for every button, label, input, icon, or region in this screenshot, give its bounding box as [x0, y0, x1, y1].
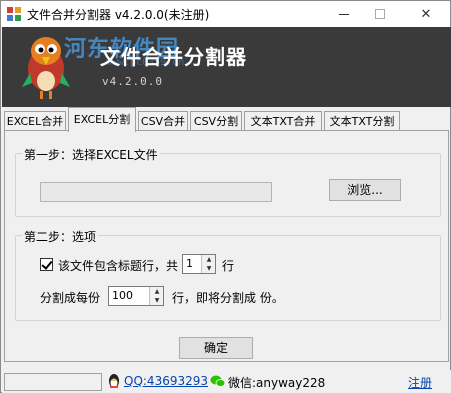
- step2-group: 第二步：选项 该文件包含标题行，共 1 ▲ ▼ 行 分割成每份 100 ▲ ▼ …: [15, 228, 441, 321]
- header-rows-value: 1: [186, 257, 193, 270]
- tab-csv-split[interactable]: CSV分割: [190, 111, 242, 131]
- spin-down-icon[interactable]: ▼: [202, 264, 216, 273]
- maximize-button[interactable]: [363, 1, 397, 27]
- app-window: 文件合并分割器 v4.2.0.0(未注册) ✕ 河东软件园 www.pc0359…: [0, 0, 451, 393]
- register-link[interactable]: 注册: [408, 374, 432, 391]
- title-bar[interactable]: 文件合并分割器 v4.2.0.0(未注册) ✕: [1, 1, 450, 27]
- tab-txt-split[interactable]: 文本TXT分割: [324, 111, 400, 131]
- window-title: 文件合并分割器 v4.2.0.0(未注册): [27, 8, 210, 22]
- header-banner: 河东软件园 www.pc0359.cn 文件合并分割器 v4.2.0.0: [2, 27, 451, 107]
- wechat-contact: 微信:anyway228: [228, 376, 326, 390]
- step1-group: 第一步：选择EXCEL文件 浏览...: [15, 146, 441, 217]
- qq-penguin-icon: [109, 374, 119, 388]
- banner-title: 文件合并分割器: [100, 45, 247, 69]
- maximize-icon: [375, 9, 385, 19]
- minimize-button[interactable]: [327, 1, 361, 27]
- header-rows-stepper[interactable]: 1 ▲ ▼: [182, 254, 216, 274]
- header-row-label: 该文件包含标题行，共: [58, 259, 179, 273]
- split-prefix-label: 分割成每份: [40, 291, 101, 305]
- tab-excel-split[interactable]: EXCEL分割: [68, 107, 136, 132]
- file-path-input[interactable]: [40, 182, 272, 202]
- split-suffix-label: 行，即将分割成 份。: [172, 291, 284, 305]
- step1-legend: 第一步：选择EXCEL文件: [22, 146, 160, 163]
- tab-panel-excel-split: 第一步：选择EXCEL文件 浏览... 第二步：选项 该文件包含标题行，共 1 …: [4, 130, 449, 362]
- wechat-icon: [210, 375, 226, 387]
- split-rows-value: 100: [112, 289, 133, 302]
- banner-version: v4.2.0.0: [102, 75, 163, 88]
- qq-contact-link[interactable]: QQ:43693293: [124, 374, 208, 388]
- browse-button[interactable]: 浏览...: [329, 179, 401, 201]
- tab-strip: EXCEL合并 EXCEL分割 CSV合并 CSV分割 文本TXT合并 文本TX…: [2, 107, 451, 132]
- confirm-button[interactable]: 确定: [179, 337, 253, 359]
- step2-legend: 第二步：选项: [22, 228, 99, 245]
- split-rows-arrows[interactable]: ▲ ▼: [149, 287, 163, 305]
- spin-up-icon[interactable]: ▲: [202, 255, 216, 264]
- header-row-checkbox[interactable]: [40, 258, 53, 271]
- close-icon: ✕: [420, 6, 432, 22]
- app-icon: [7, 7, 21, 21]
- minimize-icon: [339, 13, 349, 15]
- tab-csv-merge[interactable]: CSV合并: [138, 111, 188, 131]
- status-panel: [4, 373, 102, 391]
- tab-excel-merge[interactable]: EXCEL合并: [4, 111, 66, 131]
- header-rows-arrows[interactable]: ▲ ▼: [201, 255, 215, 273]
- tab-txt-merge[interactable]: 文本TXT合并: [244, 111, 322, 131]
- split-rows-stepper[interactable]: 100 ▲ ▼: [108, 286, 164, 306]
- spin-up-icon[interactable]: ▲: [150, 287, 164, 296]
- spin-down-icon[interactable]: ▼: [150, 296, 164, 305]
- close-button[interactable]: ✕: [409, 1, 443, 27]
- status-bar: QQ:43693293 微信:anyway228 注册: [2, 370, 451, 393]
- header-rows-unit: 行: [222, 259, 235, 273]
